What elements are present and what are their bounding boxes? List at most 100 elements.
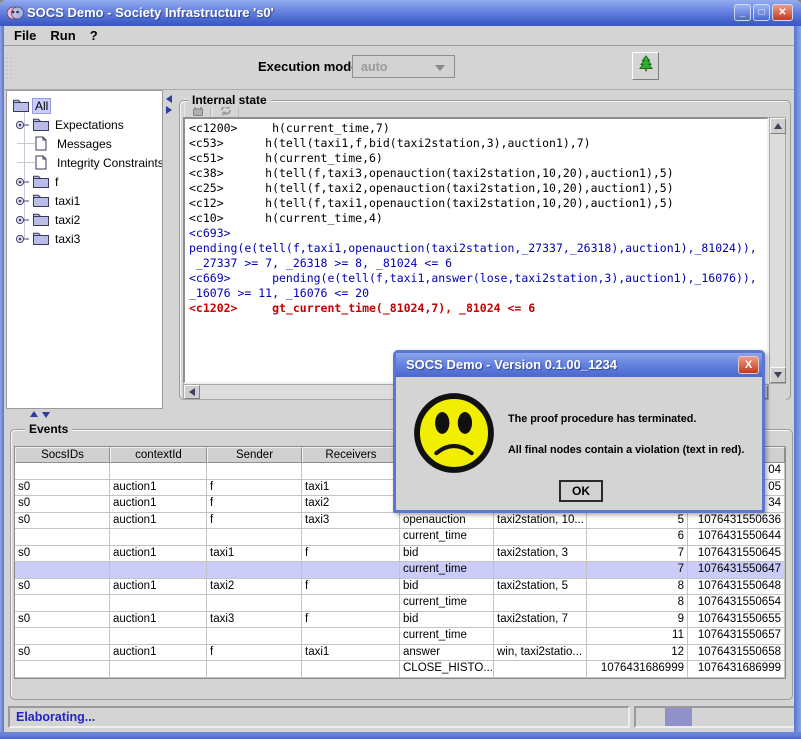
table-cell: s0 <box>15 612 110 629</box>
menu-item-help[interactable]: ? <box>90 28 98 43</box>
splitter-collapse-left-icon[interactable] <box>166 95 172 103</box>
table-cell <box>15 529 110 546</box>
splitter-collapse-right-icon[interactable] <box>166 106 172 114</box>
expand-handle-icon[interactable] <box>15 196 33 206</box>
maximize-button[interactable]: □ <box>753 4 770 21</box>
column-header-sender[interactable]: Sender <box>207 447 302 463</box>
expand-handle-icon[interactable] <box>15 177 33 187</box>
table-cell: 8 <box>587 579 688 596</box>
table-cell: auction1 <box>110 513 207 530</box>
expand-handle-icon[interactable] <box>15 234 33 244</box>
table-cell <box>110 529 207 546</box>
dialog-title-bar[interactable]: SOCS Demo - Version 0.1.00_1234 X <box>396 353 762 377</box>
folder-icon <box>33 213 53 226</box>
vertical-scrollbar[interactable] <box>769 117 786 384</box>
table-cell <box>207 628 302 645</box>
table-cell <box>15 628 110 645</box>
vertical-splitter[interactable] <box>163 90 175 409</box>
column-header-socsids[interactable]: SocsIDs <box>15 447 110 463</box>
table-row[interactable]: s0auction1ftaxi3openauctiontaxi2station,… <box>15 513 785 530</box>
table-cell <box>207 595 302 612</box>
table-cell: s0 <box>15 480 110 497</box>
status-bar: Elaborating... <box>8 706 630 728</box>
state-line: <c10> h(current_time,4) <box>189 211 763 226</box>
scroll-up-button[interactable] <box>770 118 786 134</box>
table-row-selected[interactable]: current_time71076431550647 <box>15 562 785 579</box>
close-button[interactable]: ✕ <box>772 4 793 21</box>
tree-item-label: Integrity Constraints <box>55 156 163 170</box>
column-header-receivers[interactable]: Receivers <box>302 447 400 463</box>
table-cell: answer <box>400 645 494 662</box>
folder-icon <box>33 175 53 188</box>
table-cell: 1076431550654 <box>688 595 785 612</box>
table-cell: 7 <box>587 546 688 563</box>
table-cell: s0 <box>15 546 110 563</box>
tree-item-messages[interactable]: Messages <box>7 134 162 153</box>
splitter-collapse-up-icon[interactable] <box>30 411 38 417</box>
dialog-message-1: The proof procedure has terminated. <box>508 413 696 425</box>
column-header-contextid[interactable]: contextId <box>110 447 207 463</box>
table-cell <box>207 463 302 480</box>
execution-mode-select[interactable]: auto <box>352 55 455 78</box>
minimize-button[interactable]: _ <box>734 4 751 21</box>
table-cell <box>110 628 207 645</box>
menu-item-run[interactable]: Run <box>50 28 75 43</box>
table-row[interactable]: s0auction1taxi1fbidtaxi2station, 3710764… <box>15 546 785 563</box>
window-border-left <box>0 26 4 739</box>
app-icon <box>6 4 24 22</box>
table-row[interactable]: current_time81076431550654 <box>15 595 785 612</box>
table-cell <box>110 661 207 678</box>
folder-icon <box>33 232 53 245</box>
progress-bar <box>634 706 796 728</box>
menu-item-file[interactable]: File <box>14 28 36 43</box>
table-cell: 5 <box>587 513 688 530</box>
table-row[interactable]: CLOSE_HISTO...10764316869991076431686999 <box>15 661 785 678</box>
internal-state-text[interactable]: <c1200> h(current_time,7)<c53> h(tell(ta… <box>183 117 769 384</box>
tree-item-taxi3[interactable]: taxi3 <box>7 229 162 248</box>
splitter-collapse-down-icon[interactable] <box>42 412 50 418</box>
table-row[interactable]: current_time61076431550644 <box>15 529 785 546</box>
state-line: <c1200> h(current_time,7) <box>189 121 763 136</box>
tree-item-f[interactable]: f <box>7 172 162 191</box>
table-cell: bid <box>400 612 494 629</box>
status-text: Elaborating... <box>16 710 95 724</box>
table-cell: f <box>207 513 302 530</box>
table-row[interactable]: s0auction1taxi2fbidtaxi2station, 5810764… <box>15 579 785 596</box>
expand-handle-icon[interactable] <box>15 120 33 130</box>
folder-icon <box>33 194 53 207</box>
state-line: <c12> h(tell(f,taxi1,openauction(taxi2st… <box>189 196 763 211</box>
table-cell: bid <box>400 546 494 563</box>
tree-item-label: f <box>53 175 60 189</box>
tree-item-taxi2[interactable]: taxi2 <box>7 210 162 229</box>
toolbar-grip[interactable] <box>5 52 14 80</box>
table-cell: taxi2station, 3 <box>494 546 587 563</box>
table-row[interactable]: current_time111076431550657 <box>15 628 785 645</box>
tree-item-taxi1[interactable]: taxi1 <box>7 191 162 210</box>
table-row[interactable]: s0auction1taxi3fbidtaxi2station, 7910764… <box>15 612 785 629</box>
table-cell: 1076431686999 <box>688 661 785 678</box>
ok-button[interactable]: OK <box>559 480 603 502</box>
table-cell: taxi2 <box>302 496 400 513</box>
tree-item-expectations[interactable]: Expectations <box>7 115 162 134</box>
state-line: <c38> h(tell(f,taxi3,openauction(taxi2st… <box>189 166 763 181</box>
tree-item-label: Expectations <box>53 118 126 132</box>
table-cell <box>207 661 302 678</box>
up-arrow-icon <box>774 123 782 129</box>
table-row[interactable]: s0auction1ftaxi1answerwin, taxi2statio..… <box>15 645 785 662</box>
table-cell <box>110 562 207 579</box>
table-cell: 1076431550645 <box>688 546 785 563</box>
title-bar[interactable]: SOCS Demo - Society Infrastructure 's0' … <box>0 0 801 26</box>
table-cell: bid <box>400 579 494 596</box>
expand-handle-icon[interactable] <box>15 215 33 225</box>
window-border-right <box>794 26 801 739</box>
tree-item-all[interactable]: All <box>7 96 162 115</box>
dialog-close-button[interactable]: X <box>738 356 759 374</box>
table-cell <box>110 595 207 612</box>
scroll-left-button[interactable] <box>184 385 200 399</box>
tree-item-label: taxi1 <box>53 194 82 208</box>
scroll-down-button[interactable] <box>770 367 786 383</box>
tree-icon <box>639 55 653 77</box>
tree-view-button[interactable] <box>632 52 659 80</box>
tree-item-integrity-constraints[interactable]: Integrity Constraints <box>7 153 162 172</box>
table-cell: s0 <box>15 645 110 662</box>
